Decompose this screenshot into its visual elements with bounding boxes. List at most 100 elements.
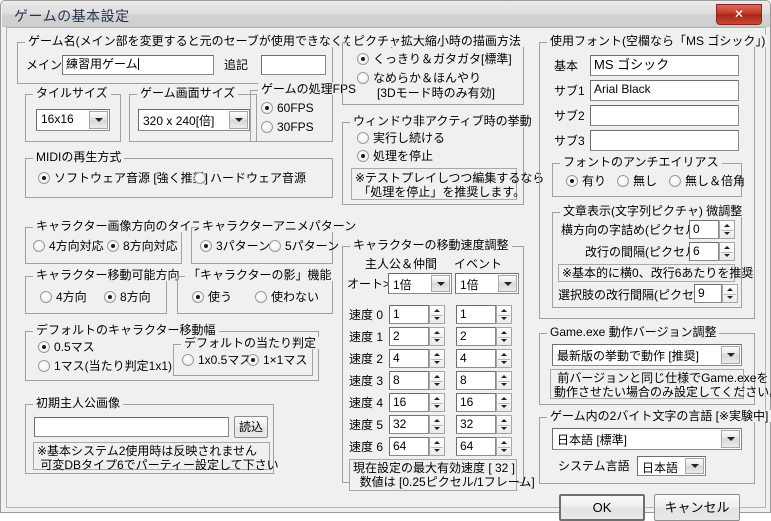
game-name-main-input[interactable]: 練習用ゲーム <box>62 55 214 75</box>
stepper-buttons[interactable] <box>429 349 445 368</box>
move-speed-event-value[interactable]: 4 <box>456 349 496 368</box>
kerning-value[interactable]: 0 <box>689 220 719 239</box>
move-speed-auto-hero-select[interactable]: 1倍 <box>388 273 452 294</box>
stepper-buttons[interactable] <box>496 437 512 456</box>
radio-move-width-one[interactable]: 1マス(当たり判定1x1) <box>38 359 172 373</box>
radio-antialias-off-double[interactable]: 無し＆倍角 <box>669 174 745 188</box>
radio-shadow-unuse[interactable]: 使わない <box>255 290 319 304</box>
stepper-buttons[interactable] <box>429 327 445 346</box>
stepper-buttons[interactable] <box>722 284 738 303</box>
move-speed-hero-stepper[interactable]: 64 <box>389 437 445 456</box>
radio-midi-software[interactable]: ソフトウェア音源 [強く推奨] <box>38 171 208 185</box>
radio-char-dir-4[interactable]: 4方向対応 <box>33 239 104 253</box>
move-speed-event-value[interactable]: 32 <box>456 415 496 434</box>
radio-inactive-pause[interactable]: 処理を停止 <box>357 149 433 163</box>
font-sub1-input[interactable]: Arial Black <box>590 80 739 101</box>
chevron-down-icon[interactable] <box>89 111 108 129</box>
stepper-buttons[interactable] <box>429 371 445 390</box>
move-speed-event-value[interactable]: 8 <box>456 371 496 390</box>
radio-antialias-off[interactable]: 無し <box>617 174 657 188</box>
move-speed-hero-value[interactable]: 16 <box>389 393 429 412</box>
radio-shadow-use[interactable]: 使う <box>192 290 232 304</box>
move-speed-event-stepper[interactable]: 1 <box>456 305 512 324</box>
initial-hero-image-input[interactable] <box>34 417 229 437</box>
chevron-down-icon[interactable] <box>431 275 450 292</box>
chevron-down-icon[interactable] <box>721 430 740 448</box>
stepper-buttons[interactable] <box>496 415 512 434</box>
move-speed-event-value[interactable]: 16 <box>456 393 496 412</box>
stepper-buttons[interactable] <box>719 220 735 239</box>
stepper-buttons[interactable] <box>496 305 512 324</box>
ok-button[interactable]: OK <box>559 494 645 521</box>
system-language-select[interactable]: 日本語 <box>637 456 706 476</box>
font-sub3-input[interactable] <box>590 130 739 151</box>
choice-linespacing-stepper[interactable]: 9 <box>694 284 738 303</box>
radio-move-dir-8[interactable]: 8方向 <box>104 290 151 304</box>
stepper-buttons[interactable] <box>496 349 512 368</box>
stepper-buttons[interactable] <box>429 305 445 324</box>
cancel-button[interactable]: キャンセル <box>654 494 740 521</box>
chevron-down-icon[interactable] <box>498 275 517 292</box>
move-speed-hero-value[interactable]: 32 <box>389 415 429 434</box>
radio-midi-hardware[interactable]: ハードウェア音源 <box>194 171 306 185</box>
radio-inactive-continue[interactable]: 実行し続ける <box>357 131 445 145</box>
tile-size-select[interactable]: 16x16 <box>36 109 110 131</box>
radio-antialias-on[interactable]: 有り <box>566 174 606 188</box>
move-speed-event-stepper[interactable]: 16 <box>456 393 512 412</box>
move-speed-event-value[interactable]: 1 <box>456 305 496 324</box>
font-sub2-input[interactable] <box>590 105 739 126</box>
move-speed-event-stepper[interactable]: 32 <box>456 415 512 434</box>
radio-fps-30[interactable]: 30FPS <box>261 120 314 134</box>
chevron-down-icon[interactable] <box>685 458 704 474</box>
move-speed-hero-value[interactable]: 64 <box>389 437 429 456</box>
move-speed-hero-value[interactable]: 4 <box>389 349 429 368</box>
close-icon[interactable]: ✕ <box>716 4 762 25</box>
radio-hitbox-1x05[interactable]: 1x0.5マス <box>182 353 251 367</box>
radio-scaling-sharp[interactable]: くっきり＆ガタガタ[標準] <box>357 52 512 66</box>
move-speed-event-value[interactable]: 64 <box>456 437 496 456</box>
move-speed-hero-value[interactable]: 2 <box>389 327 429 346</box>
stepper-buttons[interactable] <box>429 415 445 434</box>
stepper-buttons[interactable] <box>429 393 445 412</box>
chevron-down-icon[interactable] <box>229 111 248 129</box>
choice-linespacing-value[interactable]: 9 <box>694 284 722 303</box>
move-speed-hero-stepper[interactable]: 2 <box>389 327 445 346</box>
move-speed-hero-stepper[interactable]: 4 <box>389 349 445 368</box>
stepper-buttons[interactable] <box>719 242 735 261</box>
move-speed-hero-stepper[interactable]: 16 <box>389 393 445 412</box>
move-speed-hero-stepper[interactable]: 8 <box>389 371 445 390</box>
load-button[interactable]: 読込 <box>234 416 268 438</box>
move-speed-hero-value[interactable]: 8 <box>389 371 429 390</box>
stepper-buttons[interactable] <box>429 437 445 456</box>
stepper-buttons[interactable] <box>496 371 512 390</box>
radio-scaling-smooth[interactable]: なめらか＆ほんやり <box>357 71 481 85</box>
move-speed-hero-value[interactable]: 1 <box>389 305 429 324</box>
group-initial-hero-image: 初期主人公画像 読込 ※基本システム2使用時は反映されません 可変DBタイプ6で… <box>25 397 279 474</box>
move-speed-event-stepper[interactable]: 4 <box>456 349 512 368</box>
radio-move-width-half[interactable]: 0.5マス <box>38 340 95 354</box>
radio-fps-60[interactable]: 60FPS <box>261 101 314 115</box>
kerning-stepper[interactable]: 0 <box>689 220 735 239</box>
language-select[interactable]: 日本語 [標準] <box>552 428 742 450</box>
screen-size-select[interactable]: 320 x 240[倍] <box>138 109 250 131</box>
move-speed-hero-stepper[interactable]: 32 <box>389 415 445 434</box>
move-speed-event-stepper[interactable]: 2 <box>456 327 512 346</box>
game-name-extra-input[interactable] <box>261 55 326 75</box>
move-speed-event-value[interactable]: 2 <box>456 327 496 346</box>
radio-move-dir-4[interactable]: 4方向 <box>40 290 87 304</box>
linespacing-value[interactable]: 6 <box>689 242 719 261</box>
radio-char-dir-8[interactable]: 8方向対応 <box>107 239 178 253</box>
game-exe-version-select[interactable]: 最新版の挙動で動作 [推奨] <box>552 344 742 366</box>
stepper-buttons[interactable] <box>496 393 512 412</box>
radio-hitbox-1x1[interactable]: 1×1マス <box>247 353 307 367</box>
radio-anim-3[interactable]: 3パターン <box>200 239 270 253</box>
move-speed-event-stepper[interactable]: 64 <box>456 437 512 456</box>
font-basic-input[interactable]: MS ゴシック <box>590 55 739 76</box>
radio-anim-5[interactable]: 5パターン <box>269 239 339 253</box>
linespacing-stepper[interactable]: 6 <box>689 242 735 261</box>
chevron-down-icon[interactable] <box>721 346 740 364</box>
move-speed-hero-stepper[interactable]: 1 <box>389 305 445 324</box>
stepper-buttons[interactable] <box>496 327 512 346</box>
move-speed-event-stepper[interactable]: 8 <box>456 371 512 390</box>
move-speed-auto-event-select[interactable]: 1倍 <box>455 273 519 294</box>
